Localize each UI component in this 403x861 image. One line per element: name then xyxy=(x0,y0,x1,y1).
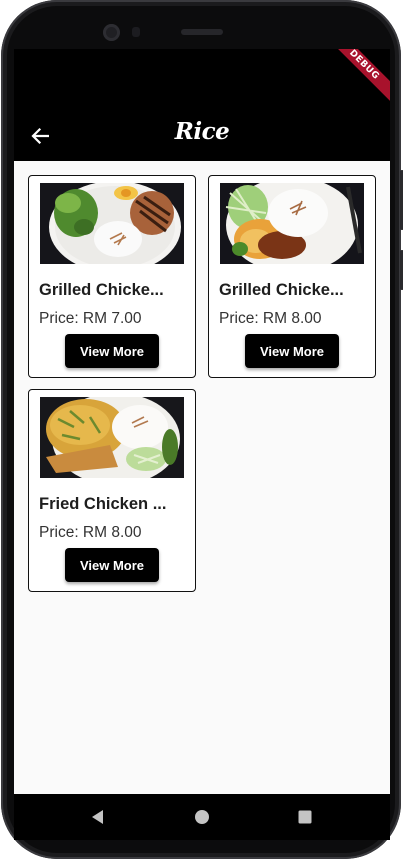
product-price: Price: RM 8.00 xyxy=(219,310,322,327)
product-price: Price: RM 8.00 xyxy=(39,524,142,541)
triangle-back-icon xyxy=(92,810,103,824)
page-title: Rice xyxy=(174,118,230,145)
view-more-button[interactable]: View More xyxy=(65,334,159,368)
product-card: Grilled Chicke... Price: RM 8.00 View Mo… xyxy=(208,175,376,378)
proximity-sensor xyxy=(132,27,140,37)
product-image xyxy=(220,183,364,264)
nav-home-button[interactable] xyxy=(192,807,212,827)
product-card: Fried Chicken ... Price: RM 8.00 View Mo… xyxy=(28,389,196,592)
front-camera xyxy=(103,24,120,41)
nav-recents-button[interactable] xyxy=(295,807,315,827)
earpiece-speaker xyxy=(181,29,223,35)
nav-back-button[interactable] xyxy=(88,807,108,827)
product-grid[interactable]: Grilled Chicke... Price: RM 7.00 View Mo… xyxy=(14,161,390,794)
product-name: Fried Chicken ... xyxy=(39,495,167,513)
screen: DEBUG Rice Grilled Chicke... Price: RM 7… xyxy=(14,49,390,794)
product-image xyxy=(40,183,184,264)
product-image xyxy=(40,397,184,478)
app-bar: Rice xyxy=(14,111,390,161)
square-recents-icon xyxy=(298,810,312,824)
product-card: Grilled Chicke... Price: RM 7.00 View Mo… xyxy=(28,175,196,378)
view-more-button[interactable]: View More xyxy=(65,548,159,582)
view-more-button[interactable]: View More xyxy=(245,334,339,368)
circle-home-icon xyxy=(195,810,209,824)
status-bar xyxy=(14,49,390,111)
system-nav-bar xyxy=(14,794,390,840)
product-name: Grilled Chicke... xyxy=(39,281,164,299)
product-name: Grilled Chicke... xyxy=(219,281,344,299)
product-price: Price: RM 7.00 xyxy=(39,310,142,327)
